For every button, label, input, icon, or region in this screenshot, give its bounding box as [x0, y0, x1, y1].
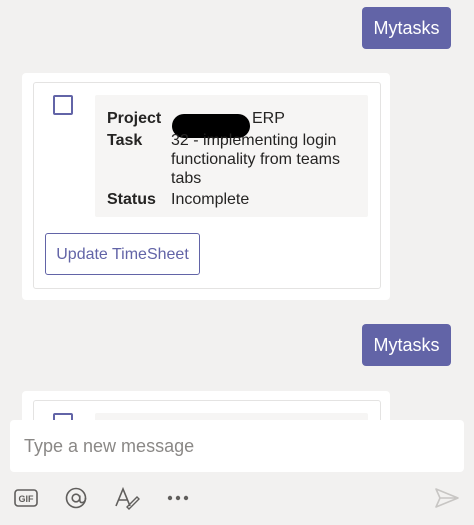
fact-set: Project ERP Task 32 - implementing login…	[95, 95, 368, 217]
more-icon[interactable]	[165, 485, 191, 516]
sent-message-bubble[interactable]: Mytasks	[362, 324, 451, 366]
send-icon[interactable]	[433, 485, 461, 516]
fact-label: Status	[107, 191, 156, 208]
adaptive-card: Project ERP Task 32 - implementing login…	[33, 82, 381, 289]
svg-text:GIF: GIF	[19, 494, 35, 504]
fact-value: Incomplete	[171, 191, 250, 208]
message-input-placeholder: Type a new message	[24, 436, 195, 456]
fact-label: Task	[107, 132, 143, 149]
fact-label: Project	[107, 110, 162, 127]
mention-icon[interactable]	[63, 485, 89, 516]
gif-icon[interactable]: GIF	[13, 485, 39, 516]
fact-value: 32 - implementing login functionality fr…	[171, 132, 340, 187]
fact-value: ERP	[252, 110, 285, 127]
update-timesheet-button[interactable]: Update TimeSheet	[45, 233, 200, 275]
sent-message-bubble[interactable]: Mytasks	[362, 7, 451, 49]
message-text: Mytasks	[373, 18, 440, 38]
task-checkbox[interactable]	[53, 95, 73, 115]
format-icon[interactable]	[113, 485, 141, 516]
bot-message-card: Project ERP Task 32 - implementing login…	[22, 73, 390, 300]
message-text: Mytasks	[373, 335, 440, 355]
message-input[interactable]: Type a new message	[10, 420, 464, 472]
